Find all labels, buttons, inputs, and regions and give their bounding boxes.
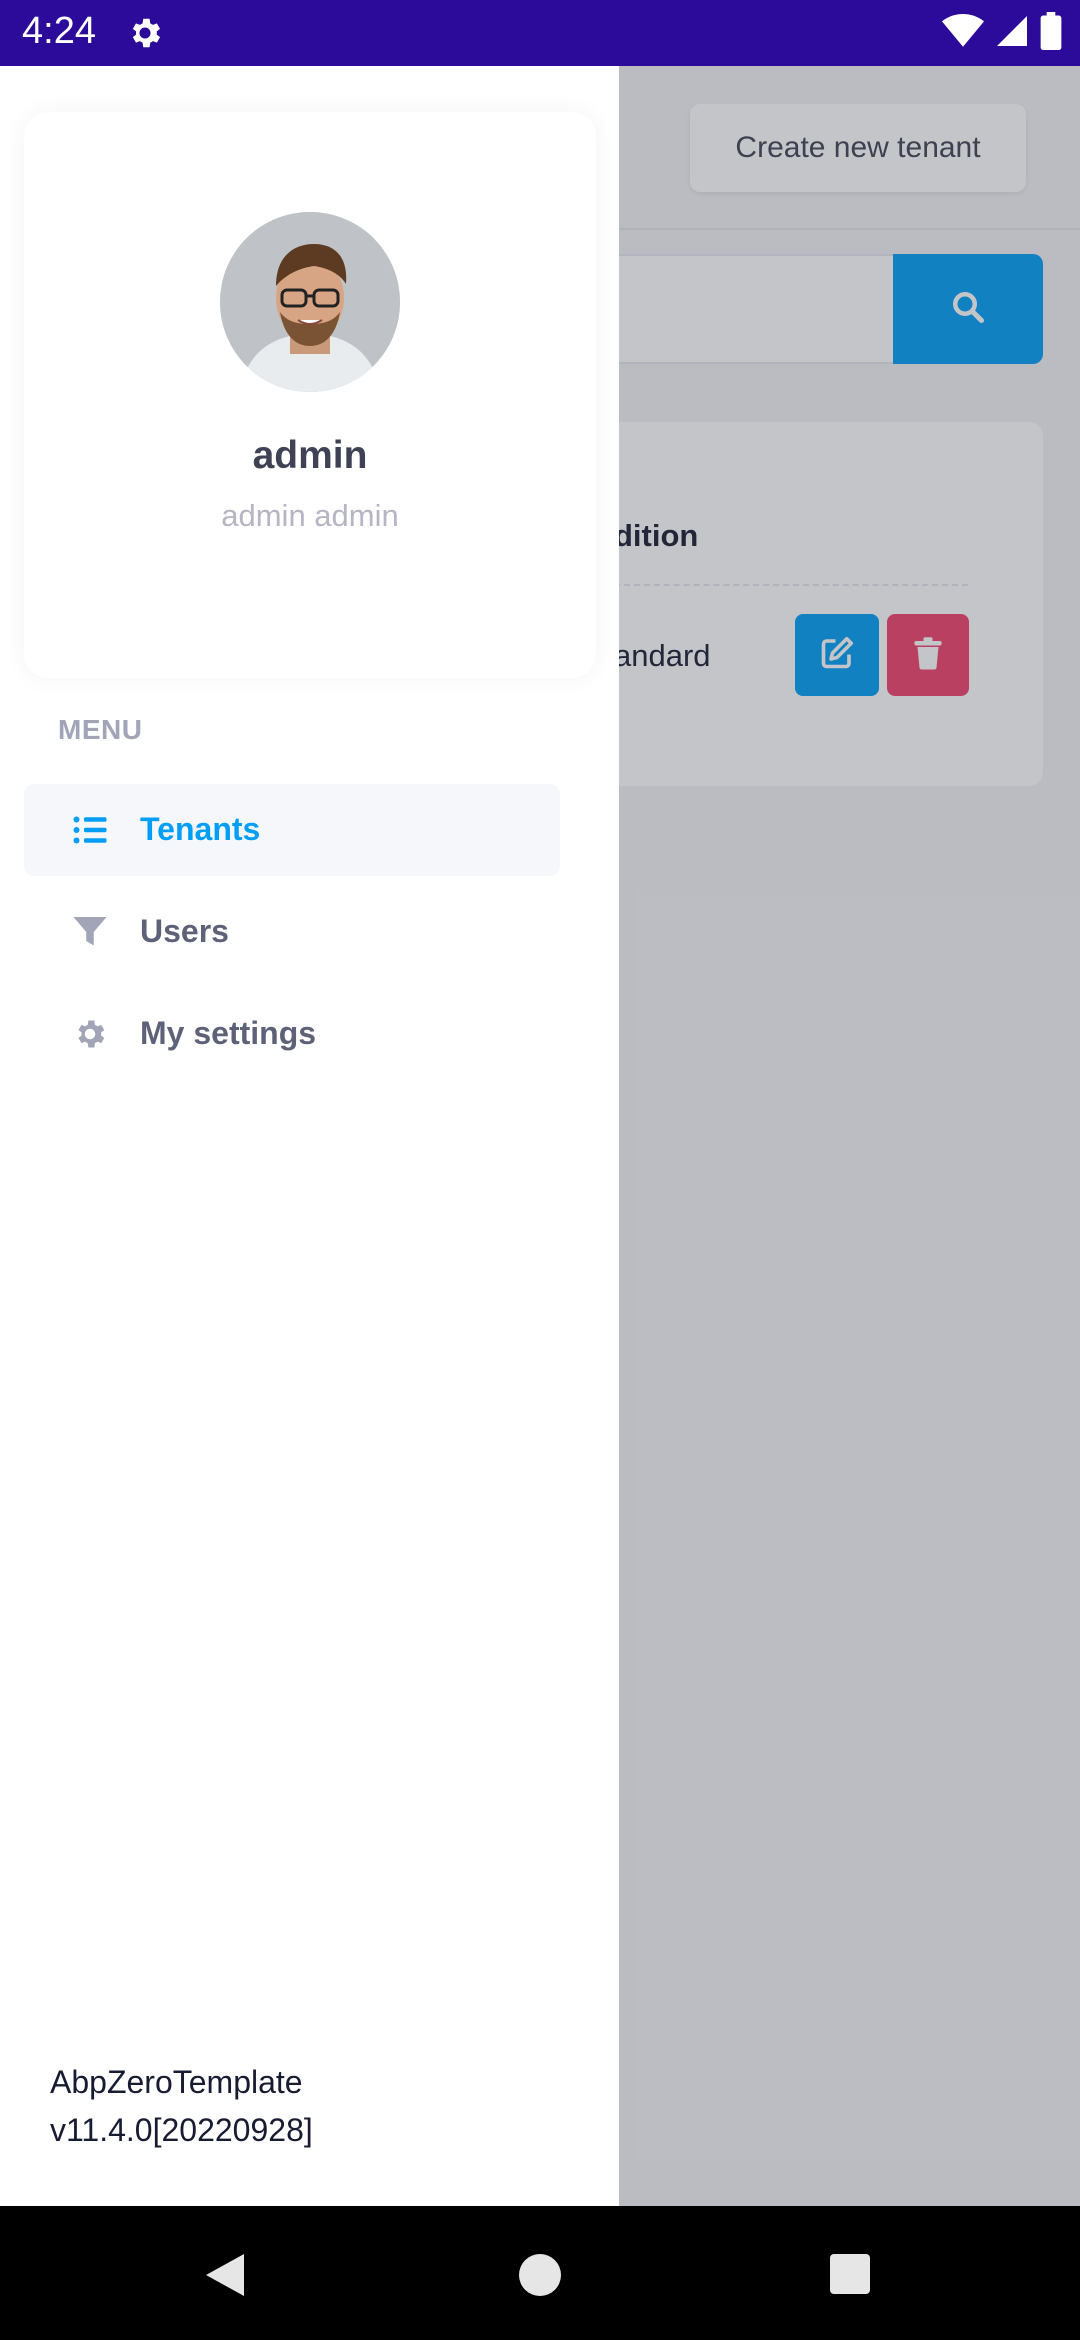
app-version-number: v11.4.0[20220928] xyxy=(50,2112,313,2148)
battery-icon xyxy=(1040,12,1062,55)
status-icons xyxy=(942,12,1062,55)
wifi-icon xyxy=(942,13,984,54)
recent-apps-icon[interactable] xyxy=(830,2254,870,2294)
navigation-drawer: admin admin admin MENU Tenants Users My … xyxy=(0,66,619,2206)
status-bar: 4:24 xyxy=(0,0,1080,66)
menu-section-label: MENU xyxy=(58,714,143,745)
back-icon[interactable] xyxy=(204,2252,246,2303)
profile-name: admin xyxy=(252,434,368,477)
system-nav-bar xyxy=(0,2206,1080,2340)
sidebar-item-label: Users xyxy=(140,913,229,949)
profile-card: admin admin admin xyxy=(24,112,596,678)
app-name: AbpZeroTemplate xyxy=(50,2064,303,2100)
gear-icon xyxy=(72,1016,108,1052)
sidebar-item-label: My settings xyxy=(140,1015,317,1051)
status-time: 4:24 xyxy=(22,10,96,52)
home-icon[interactable] xyxy=(519,2254,561,2296)
sidebar-item-tenants[interactable]: Tenants xyxy=(24,784,560,876)
filter-icon xyxy=(72,914,108,950)
sidebar-item-my-settings[interactable]: My settings xyxy=(24,988,560,1080)
list-icon xyxy=(72,812,108,848)
settings-gear-icon xyxy=(126,14,164,52)
sidebar-item-users[interactable]: Users xyxy=(24,886,560,978)
signal-icon xyxy=(994,13,1030,54)
sidebar-item-label: Tenants xyxy=(140,811,261,847)
profile-full-name: admin admin xyxy=(221,498,399,533)
app-version: AbpZeroTemplate v11.4.0[20220928] xyxy=(50,2058,313,2154)
avatar[interactable] xyxy=(220,212,400,392)
